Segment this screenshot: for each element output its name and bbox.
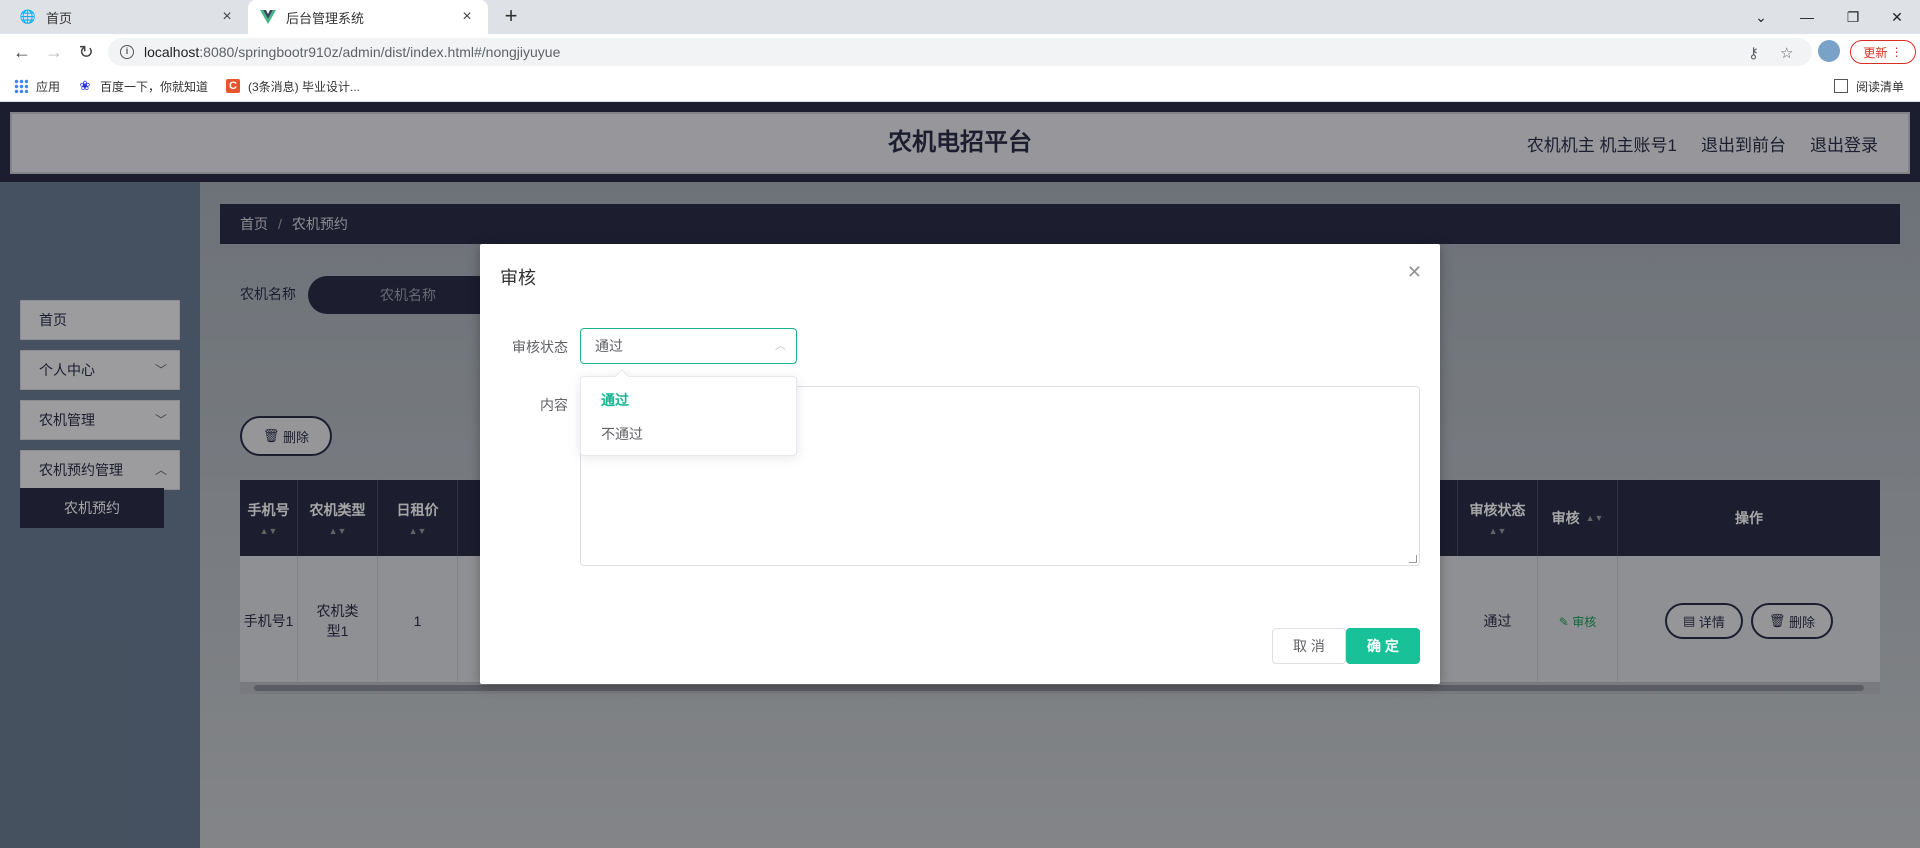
browser-tab-admin[interactable]: 后台管理系统 × (248, 0, 488, 34)
chevron-up-icon: ︿ (775, 340, 786, 352)
url-path: :8080/springbootr910z/admin/dist/index.h… (199, 44, 561, 60)
url-input[interactable]: i localhost:8080/springbootr910z/admin/d… (108, 38, 1812, 66)
new-tab-button[interactable]: + (498, 4, 524, 30)
content-label: 内容 (540, 397, 568, 413)
csdn-icon: C (226, 79, 240, 93)
option-approved[interactable]: 通过 (581, 383, 796, 417)
bookmark-star-icon[interactable]: ☆ (1780, 44, 1793, 62)
bookmark-apps[interactable]: 应用 (14, 70, 60, 102)
tab-title: 后台管理系统 (286, 10, 365, 26)
site-info-icon[interactable]: i (120, 45, 134, 59)
bookmarks-bar: 应用 ❀ 百度一下，你就知道 C (3条消息) 毕业设计... 阅读清单 (0, 70, 1920, 102)
forward-icon[interactable]: → (40, 40, 68, 64)
audit-dialog: 审核 ✕ 审核状态 通过 ︿ 内容 通过 不通过 取 消 确 定 (480, 244, 1440, 684)
browser-tab-bar: 🌐 首页 × 后台管理系统 × + ⌄ — ❐ ✕ (0, 0, 1920, 34)
browser-tab-home[interactable]: 🌐 首页 × (8, 0, 248, 34)
url-host: localhost (144, 44, 200, 60)
close-tab-icon[interactable]: × (218, 8, 236, 26)
dialog-title: 审核 (500, 268, 536, 288)
tab-search-icon[interactable]: ⌄ (1738, 0, 1784, 34)
audit-status-value: 通过 (595, 338, 623, 354)
reload-icon[interactable]: ↻ (72, 40, 100, 64)
profile-avatar[interactable] (1818, 40, 1840, 62)
apps-grid-icon (14, 79, 28, 93)
tab-title: 首页 (46, 10, 73, 26)
reading-list[interactable]: 阅读清单 (1834, 70, 1904, 102)
vue-logo-icon (260, 9, 276, 25)
close-icon[interactable]: ✕ (1407, 262, 1422, 283)
cancel-button[interactable]: 取 消 (1272, 628, 1346, 664)
audit-status-select[interactable]: 通过 ︿ (580, 328, 797, 364)
close-window-button[interactable]: ✕ (1874, 0, 1920, 34)
key-icon[interactable]: ⚷ (1748, 44, 1759, 62)
address-bar-row: ← → ↻ i localhost:8080/springbootr910z/a… (0, 34, 1920, 70)
minimize-button[interactable]: — (1784, 0, 1830, 34)
status-dropdown-menu: 通过 不通过 (580, 368, 797, 456)
close-tab-icon[interactable]: × (458, 8, 476, 26)
bookmark-baidu[interactable]: ❀ 百度一下，你就知道 (78, 70, 208, 102)
status-label: 审核状态 (512, 339, 568, 355)
update-button[interactable]: 更新 ⋮ (1850, 40, 1916, 64)
globe-icon: 🌐 (19, 9, 37, 24)
resize-handle-icon[interactable] (1409, 555, 1417, 563)
option-rejected[interactable]: 不通过 (581, 417, 796, 451)
reading-list-icon (1834, 79, 1848, 93)
bookmark-csdn[interactable]: C (3条消息) 毕业设计... (226, 70, 360, 102)
back-icon[interactable]: ← (8, 40, 36, 64)
restore-button[interactable]: ❐ (1830, 0, 1876, 34)
baidu-paw-icon: ❀ (79, 78, 91, 93)
confirm-button[interactable]: 确 定 (1346, 628, 1420, 664)
